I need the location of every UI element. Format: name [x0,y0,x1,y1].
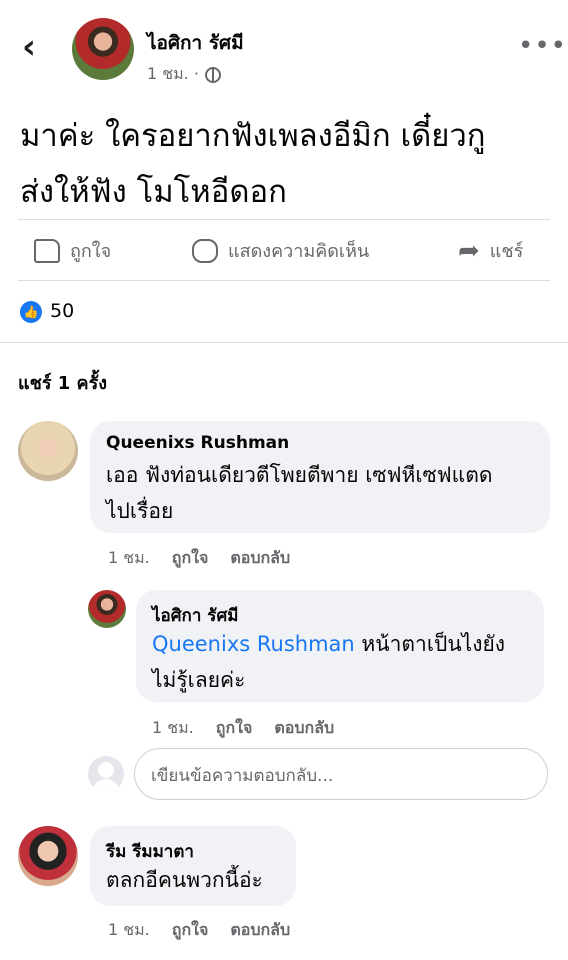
author-name[interactable]: ไอศิกา รัศมี [147,28,244,58]
reply-time[interactable]: 1 ชม. [152,716,194,741]
commenter-avatar[interactable] [18,826,78,886]
comment-text-line: ไปเรื่อย [106,499,174,523]
share-label: แชร์ [489,241,524,262]
comment-like-button[interactable]: ถูกใจ [172,546,209,571]
post-meta: 1 ชม. · [147,62,221,87]
more-dots-icon[interactable]: ••• [518,33,567,59]
divider [18,280,550,281]
thumbs-up-icon [34,238,60,263]
post-text-line: ส่งให้ฟัง โมโหอีดอก [20,174,287,210]
comment-button[interactable]: แสดงความคิดเห็น [192,236,369,265]
like-button[interactable]: ถูกใจ [34,236,111,265]
back-chevron-icon[interactable]: ‹ [22,30,36,64]
tagged-user-link[interactable]: Queenixs Rushman [152,632,355,656]
reply-actions: 1 ชม. ถูกใจ ตอบกลับ [152,716,334,741]
comment-label: แสดงความคิดเห็น [228,241,370,262]
comment-like-button[interactable]: ถูกใจ [172,918,209,943]
reaction-count[interactable]: 50 [50,300,74,322]
divider [0,342,568,343]
replier-name[interactable]: ไอศิกา รัศมี [152,602,238,629]
comment-reply-button[interactable]: ตอบกลับ [230,546,290,571]
comment-text: ตลกอีคนพวกนี้อ่ะ [106,868,263,892]
comment-time[interactable]: 1 ชม. [108,546,150,571]
comment-actions: 1 ชม. ถูกใจ ตอบกลับ [108,546,290,571]
comment-actions: 1 ชม. ถูกใจ ตอบกลับ [108,918,290,943]
commenter-name[interactable]: รีม รีมมาตา [106,838,194,865]
commenter-name[interactable]: Queenixs Rushman [106,433,289,453]
reply-text-line: Queenixs Rushman หน้าตาเป็นไงยัง [152,626,542,662]
like-label: ถูกใจ [70,241,112,262]
comment-bubble: รีม รีมมาตา ตลกอีคนพวกนี้อ่ะ [90,826,296,906]
reply-input[interactable]: เขียนข้อความตอบกลับ... [134,748,548,800]
comment-text-line: เออ ฟังท่อนเดียวตีโพยตีพาย เซฟหีเซฟแตด [106,463,493,487]
post-text-line: มาค่ะ ใครอยากฟังเพลงอีมิก เดี๋ยวกู [20,118,486,154]
comment-time[interactable]: 1 ชม. [108,918,150,943]
reply-text: Queenixs Rushman หน้าตาเป็นไงยัง ไม่รู้เ… [152,626,542,698]
comment-text: เออ ฟังท่อนเดียวตีโพยตีพาย เซฟหีเซฟแตด ไ… [106,457,546,529]
reply-text-line: ไม่รู้เลยค่ะ [152,668,246,692]
share-count[interactable]: แชร์ 1 ครั้ง [18,368,107,397]
commenter-avatar[interactable] [18,421,78,481]
post-text: มาค่ะ ใครอยากฟังเพลงอีมิก เดี๋ยวกู ส่งให… [20,108,550,220]
comment-bubble-icon [192,238,218,263]
comment-reply-button[interactable]: ตอบกลับ [230,918,290,943]
reply-text-segment: หน้าตาเป็นไงยัง [354,632,506,656]
post-time[interactable]: 1 ชม. · [147,62,199,87]
replier-avatar[interactable] [88,590,126,628]
divider [18,219,550,220]
share-arrow-icon: ➦ [458,235,480,266]
default-avatar-icon [88,756,124,792]
globe-icon [204,66,221,83]
share-button[interactable]: ➦ แชร์ [458,236,523,265]
author-avatar[interactable] [72,18,134,80]
comment-bubble: Queenixs Rushman เออ ฟังท่อนเดียวตีโพยตี… [90,421,550,533]
reply-reply-button[interactable]: ตอบกลับ [274,716,334,741]
reply-like-button[interactable]: ถูกใจ [216,716,253,741]
like-reaction-icon[interactable]: 👍 [20,301,42,323]
reply-bubble: ไอศิกา รัศมี Queenixs Rushman หน้าตาเป็น… [136,590,544,702]
